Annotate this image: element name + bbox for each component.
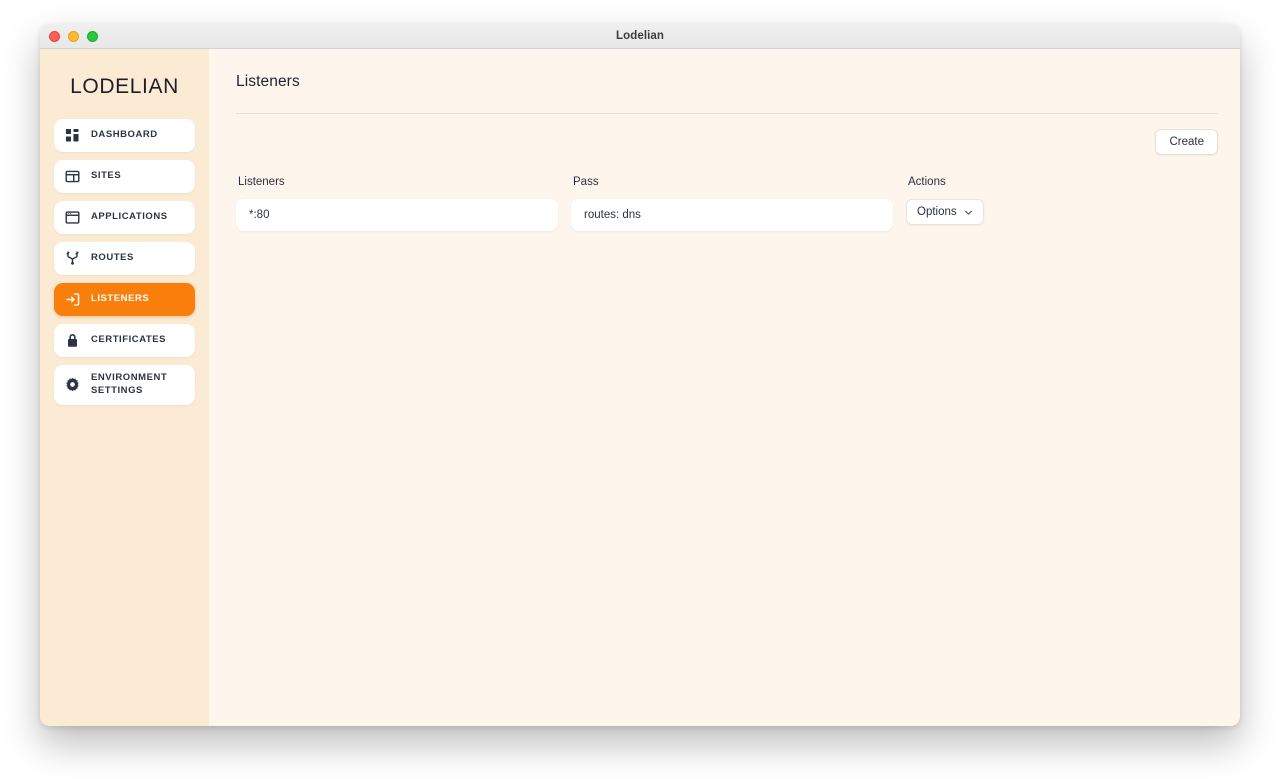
app-window: Lodelian LODELIAN DASHBOARD SITES APPLIC… <box>40 24 1240 726</box>
sidebar-item-label: LISTENERS <box>91 293 150 305</box>
sidebar: LODELIAN DASHBOARD SITES APPLICATIONS RO… <box>40 49 209 726</box>
window-body: LODELIAN DASHBOARD SITES APPLICATIONS RO… <box>40 49 1240 726</box>
close-button[interactable] <box>49 31 60 42</box>
chevron-down-icon <box>964 208 973 217</box>
column-header-pass: Pass <box>573 176 599 188</box>
sidebar-item-listeners[interactable]: LISTENERS <box>54 283 195 316</box>
sidebar-item-label: ENVIRONMENT SETTINGS <box>91 372 168 396</box>
browser-window-icon <box>64 210 80 226</box>
listeners-table: Listeners Pass Actions *:80 routes: dns … <box>236 176 1218 231</box>
sidebar-item-dashboard[interactable]: DASHBOARD <box>54 119 195 152</box>
login-arrow-icon <box>64 292 80 308</box>
cell-pass-target[interactable]: routes: dns <box>571 199 893 231</box>
desktop-backdrop: Lodelian LODELIAN DASHBOARD SITES APPLIC… <box>0 0 1280 779</box>
sidebar-item-sites[interactable]: SITES <box>54 160 195 193</box>
sidebar-item-label: APPLICATIONS <box>91 211 168 223</box>
sidebar-item-environment-settings[interactable]: ENVIRONMENT SETTINGS <box>54 365 195 405</box>
git-branch-icon <box>64 251 80 267</box>
grid-icon <box>64 128 80 144</box>
minimize-button[interactable] <box>68 31 79 42</box>
cell-listener-address[interactable]: *:80 <box>236 199 558 231</box>
page-title: Listeners <box>236 73 300 90</box>
layout-icon <box>64 169 80 185</box>
sidebar-item-label: DASHBOARD <box>91 129 158 141</box>
options-button[interactable]: Options <box>906 199 984 225</box>
table-row: *:80 routes: dns Options <box>236 199 1218 231</box>
sidebar-item-certificates[interactable]: CERTIFICATES <box>54 324 195 357</box>
gear-icon <box>64 377 80 393</box>
zoom-button[interactable] <box>87 31 98 42</box>
content-toolbar: Create <box>236 129 1218 155</box>
window-titlebar: Lodelian <box>40 24 1240 49</box>
sidebar-item-label: ROUTES <box>91 252 134 264</box>
lock-icon <box>64 333 80 349</box>
options-button-label: Options <box>917 206 957 218</box>
column-header-actions: Actions <box>908 176 946 188</box>
sidebar-item-applications[interactable]: APPLICATIONS <box>54 201 195 234</box>
title-divider <box>236 113 1218 114</box>
traffic-light-group <box>49 24 98 49</box>
sidebar-item-label: SITES <box>91 170 122 182</box>
table-header-row: Listeners Pass Actions <box>236 176 1218 199</box>
sidebar-item-routes[interactable]: ROUTES <box>54 242 195 275</box>
create-button[interactable]: Create <box>1155 129 1218 155</box>
sidebar-item-label: CERTIFICATES <box>91 334 167 346</box>
brand-logo: LODELIAN <box>70 75 179 98</box>
window-title: Lodelian <box>615 30 665 42</box>
sidebar-nav: DASHBOARD SITES APPLICATIONS ROUTES LIST… <box>54 119 195 405</box>
main-content: Listeners Create Listeners Pass Actions … <box>209 49 1240 726</box>
column-header-listeners: Listeners <box>238 176 285 188</box>
